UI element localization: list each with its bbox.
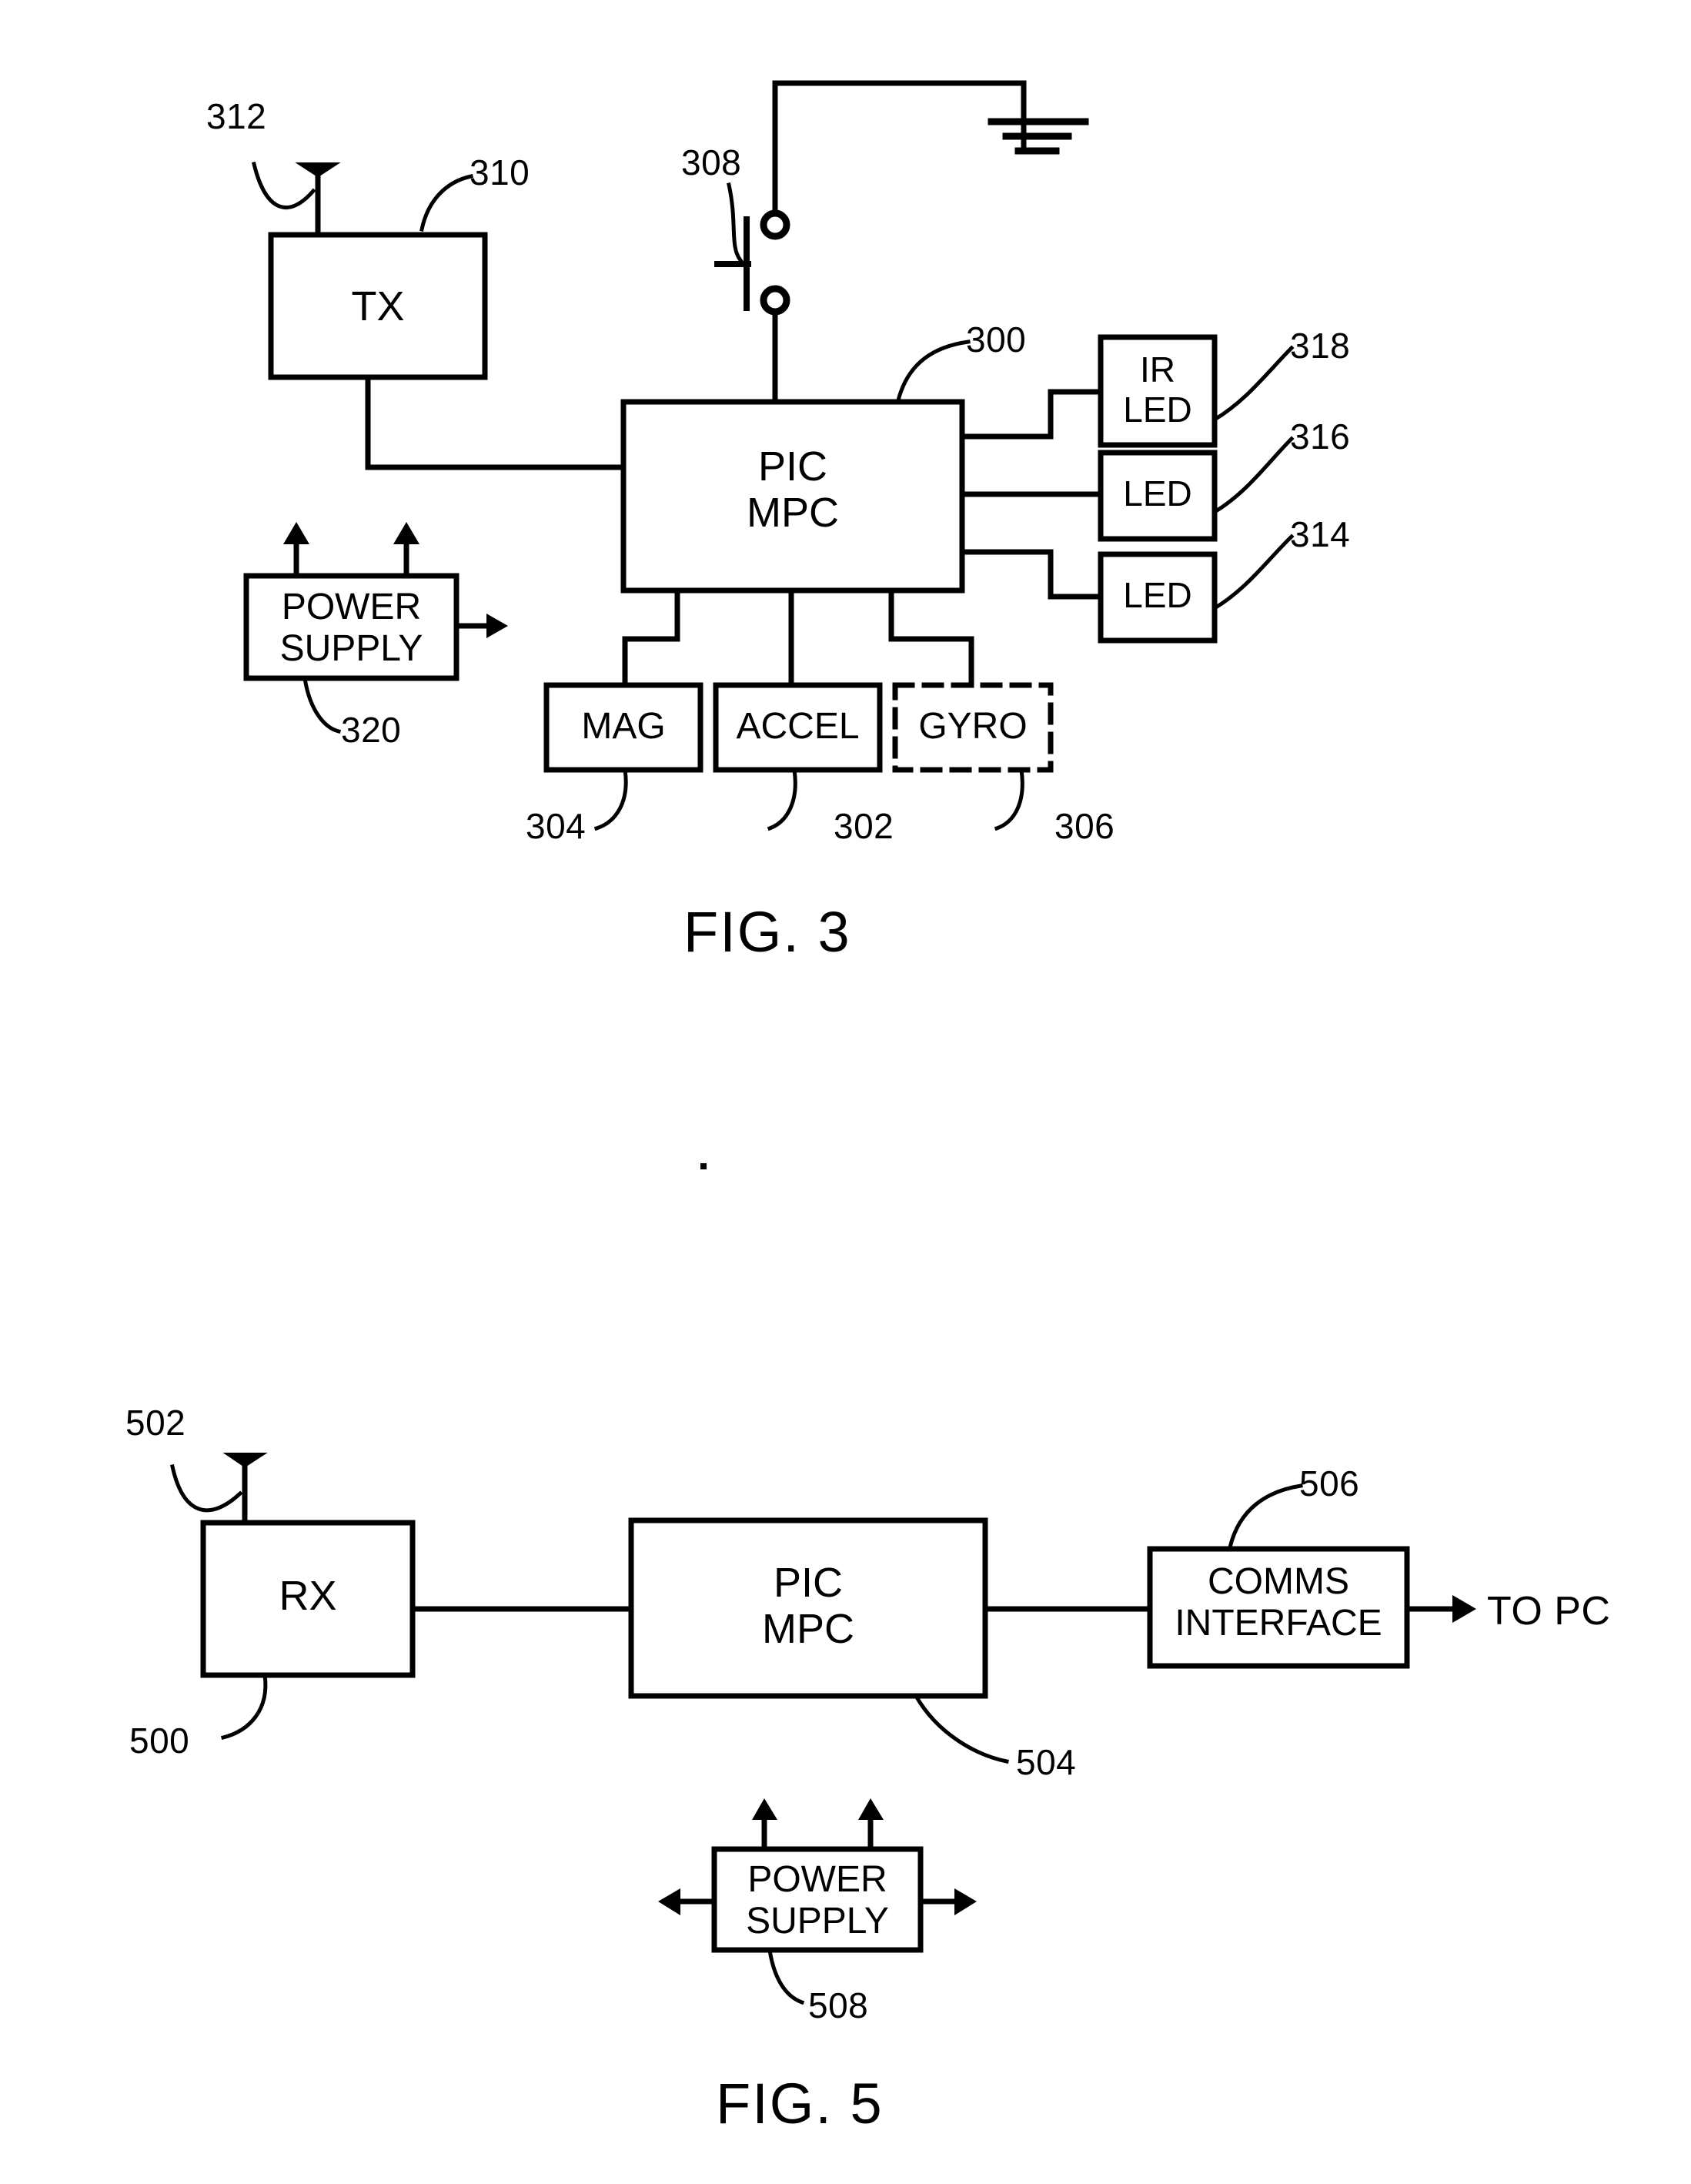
leader-508 (767, 1948, 805, 2005)
ps508-arrow-left-head (658, 1888, 680, 1915)
leader-506 (1227, 1483, 1303, 1550)
to-pc-label: TO PC (1487, 1589, 1611, 1634)
leader-504 (913, 1693, 1009, 1764)
patent-drawing-sheet: TX PIC MPC IR LED LED LED POWER SUPPLY M… (0, 0, 1691, 2184)
figure-5-vector-layer (170, 1453, 1476, 2005)
rx-antenna-symbol (222, 1453, 268, 1468)
ref-label-504: 504 (1016, 1742, 1077, 1782)
ref-label-508: 508 (808, 1985, 869, 2025)
ref-label-506: 506 (1299, 1463, 1360, 1503)
rx-block (200, 1520, 416, 1678)
ps508-arrow-right-head (954, 1888, 977, 1915)
figure-5-caption: FIG. 5 (716, 2072, 884, 2136)
ref-label-502: 502 (125, 1403, 186, 1443)
leader-500 (220, 1673, 268, 1741)
comms-interface-block (1147, 1546, 1410, 1669)
pic-mpc-block-fig5 (628, 1517, 988, 1699)
ref-label-500: 500 (129, 1721, 190, 1761)
ps508-arrow-up-right-head (858, 1798, 884, 1820)
power-supply-block-508 (711, 1846, 924, 1953)
ps508-arrow-up-left-head (752, 1798, 777, 1820)
leader-502 (170, 1464, 243, 1513)
wire-comms-to-pc-head (1452, 1595, 1476, 1623)
